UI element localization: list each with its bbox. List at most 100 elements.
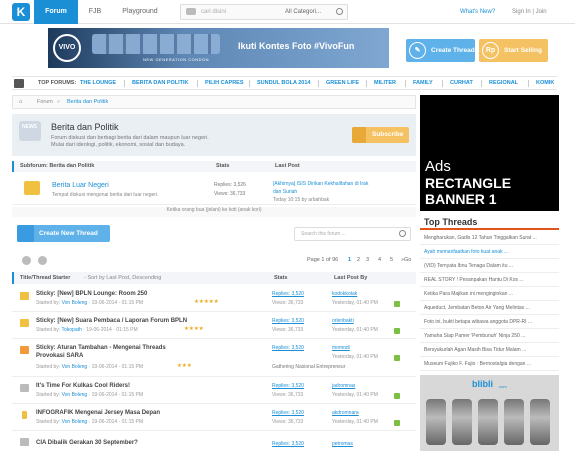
page-link-5[interactable]: 5	[390, 254, 393, 267]
last-post-user[interactable]: petromas	[332, 441, 353, 447]
kaskus-logo[interactable]: K	[12, 3, 30, 21]
top-threads-header: Top Threads	[420, 214, 559, 230]
menu-icon[interactable]	[14, 79, 24, 88]
menu-item-militer[interactable]: MILITER	[374, 77, 396, 90]
last-post-user[interactable]: jadromnas	[332, 383, 355, 389]
go-to-post-icon[interactable]	[394, 393, 400, 399]
settings-icon[interactable]	[22, 256, 31, 265]
menu-item-lounge[interactable]: THE LOUNGE	[80, 77, 116, 90]
search-bar[interactable]: cari disini All Categori...	[180, 4, 348, 20]
vivo-banner[interactable]: VIVO NEW GENERATION CONDON Ikuti Kontes …	[48, 28, 389, 68]
search-icon[interactable]	[336, 8, 343, 15]
thread-title[interactable]: Sticky: [New] Suara Pembaca / Laporan Fo…	[36, 318, 187, 324]
table-row[interactable]: Sticky: [New] Suara Pembaca / Laporan Fo…	[12, 313, 416, 339]
table-row[interactable]: INFOGRAFIK Mengenai Jersey Masa Depan St…	[12, 405, 416, 431]
go-to-post-icon[interactable]	[394, 328, 400, 334]
top-thread-item[interactable]: Aqueduct, Jembatan Beton Air Yang Melint…	[420, 301, 559, 315]
last-post-user[interactable]: kodokkotak	[332, 291, 357, 297]
thread-starter: Started by: Von Boleng · 19-06-2014 · 01…	[36, 300, 143, 306]
start-selling-button[interactable]: Rp Start Selling	[479, 39, 548, 62]
menu-item-green[interactable]: GREEN LIFE	[326, 77, 359, 90]
menu-item-berita[interactable]: BERITA DAN POLITIK	[132, 77, 189, 90]
menu-item-curhat[interactable]: CURHAT	[450, 77, 473, 90]
top-thread-item[interactable]: Ayah memanfaatkan foto kuat anak ...	[420, 245, 559, 259]
starter-user-link[interactable]: Tokopath	[62, 327, 82, 333]
subforum-link[interactable]: Berita Luar Negeri	[52, 182, 109, 189]
go-to-post-icon[interactable]	[394, 420, 400, 426]
top-thread-item[interactable]: Foto ini, bukti betapa wibawa anggota DP…	[420, 315, 559, 329]
thread-title[interactable]: It's Time For Kulkas Cool Riders!	[36, 383, 130, 389]
last-post-link[interactable]: [Akhirnya] ISIS Dirikan Kekhalifahan di …	[273, 181, 368, 187]
tab-forum[interactable]: Forum	[34, 0, 78, 24]
home-icon[interactable]: ⌂	[19, 96, 22, 108]
table-row[interactable]: It's Time For Kulkas Cool Riders! Starte…	[12, 378, 416, 404]
tab-fjb[interactable]: FJB	[80, 0, 110, 24]
page-link-2[interactable]: 2	[357, 254, 360, 267]
page-of-label: Page 1 of 96	[307, 257, 339, 263]
last-post-link[interactable]: dan Suriah	[273, 189, 297, 195]
menu-item-sundul[interactable]: SUNDUL BOLA 2014	[257, 77, 311, 90]
forum-search-placeholder: Search this forum ...	[301, 231, 346, 237]
menu-item-komik[interactable]: KOMIK	[536, 77, 554, 90]
menu-item-capres[interactable]: PILIH CAPRES	[205, 77, 244, 90]
sign-in-link[interactable]: Sign In | Join	[512, 0, 547, 24]
started-by-label: Started by:	[36, 364, 61, 370]
thread-replies[interactable]: Replies: 3,520	[272, 318, 304, 324]
top-thread-item[interactable]: Mengharukan, Gadis 12 Tahun Tinggalkan S…	[420, 231, 559, 245]
top-thread-item[interactable]: Yamaha Siap Pamer 'Pembunuh' Ninja 250 .…	[420, 329, 559, 343]
thread-replies[interactable]: Replies: 3,520	[272, 345, 304, 351]
thread-title[interactable]: Sticky: [New] BPLN Lounge: Room 250	[36, 291, 147, 297]
last-post-user[interactable]: akdromnara	[332, 410, 359, 416]
page-link-1[interactable]: 1	[348, 254, 351, 267]
last-post-date: Yesterday, 01:40 PM	[332, 327, 378, 333]
breadcrumb-forum[interactable]: Forum	[37, 96, 53, 108]
breadcrumb-current[interactable]: Berita dan Politik	[67, 96, 108, 108]
thread-replies[interactable]: Replies: 3,520	[272, 441, 304, 447]
top-thread-item[interactable]: REAL STORY ! Pesanpakan Hantu Di Kos ...	[420, 273, 559, 287]
search-category-select[interactable]: All Categori...	[285, 5, 321, 19]
search-icon[interactable]	[399, 230, 406, 237]
page-link-4[interactable]: 4	[378, 254, 381, 267]
page-go-button[interactable]: Go	[404, 254, 411, 267]
table-row[interactable]: CIA Dibalik Gerakan 30 September? Replie…	[12, 432, 416, 451]
starter-user-link[interactable]: Von Boleng	[62, 300, 88, 306]
thread-starter: Started by: Von Boleng · 19-06-2014 · 01…	[36, 419, 143, 425]
table-row[interactable]: Sticky: Aturan Tambahan - Mengenai Threa…	[12, 340, 416, 377]
search-input[interactable]: cari disini	[201, 5, 226, 19]
go-to-post-icon[interactable]	[394, 355, 400, 361]
thread-starter: Started by: Tokopath · 19-06-2014 · 01:1…	[36, 327, 138, 333]
thread-title[interactable]: CIA Dibalik Gerakan 30 September?	[36, 440, 138, 446]
menu-divider	[318, 80, 319, 87]
go-to-post-icon[interactable]	[394, 301, 400, 307]
top-thread-item[interactable]: (VID) Ternyata Ibnu Tenaga Dalam itu ...	[420, 259, 559, 273]
table-row[interactable]: Sticky: [New] BPLN Lounge: Room 250 Star…	[12, 286, 416, 312]
menu-item-regional[interactable]: REGIONAL	[489, 77, 518, 90]
forum-search-input[interactable]: Search this forum ...	[294, 227, 411, 241]
ad-rectangle-banner[interactable]: Ads RECTANGLE BANNER 1	[420, 95, 559, 211]
top-thread-item[interactable]: Ketika Para Majikan ini menginginkan ...	[420, 287, 559, 301]
starter-user-link[interactable]: Von Boleng	[62, 392, 88, 398]
starter-user-link[interactable]: Von Boleng	[62, 364, 88, 370]
last-post-user[interactable]: momodi	[332, 345, 350, 351]
page-link-3[interactable]: 3	[366, 254, 369, 267]
thread-replies[interactable]: Replies: 3,520	[272, 410, 304, 416]
create-new-thread-button[interactable]: Create New Thread	[17, 225, 110, 242]
thread-replies[interactable]: Replies: 3,520	[272, 291, 304, 297]
starter-user-link[interactable]: Von Boleng	[62, 419, 88, 425]
sort-option[interactable]: - Sort by Last Post, Descending	[84, 272, 161, 284]
top-thread-item[interactable]: Museum Fujiko F. Fujio : Bernostalgia de…	[420, 357, 559, 371]
last-post-user[interactable]: orlenbakti	[332, 318, 354, 324]
thread-replies[interactable]: Replies: 3,520	[272, 383, 304, 389]
create-thread-button[interactable]: ✎ Create Thread	[406, 39, 475, 62]
top-thread-item[interactable]: Bersyukurlah Agan Masih Bisa Tidur Malam…	[420, 343, 559, 357]
thread-title-cont[interactable]: Provokasi SARA	[36, 353, 83, 359]
subscribe-button[interactable]: Subscribe	[352, 127, 409, 143]
banner-headline: Ikuti Kontes Foto #VivoFun	[238, 41, 355, 51]
thread-title[interactable]: Sticky: Aturan Tambahan - Mengenai Threa…	[36, 345, 166, 351]
blibli-ad[interactable]: blibli .com	[420, 375, 559, 451]
tab-playground[interactable]: Playground	[114, 0, 166, 24]
thread-title[interactable]: INFOGRAFIK Mengenai Jersey Masa Depan	[36, 410, 160, 416]
menu-item-family[interactable]: FAMILY	[413, 77, 433, 90]
refresh-icon[interactable]	[38, 256, 47, 265]
whats-new-link[interactable]: What's New?	[460, 0, 495, 24]
